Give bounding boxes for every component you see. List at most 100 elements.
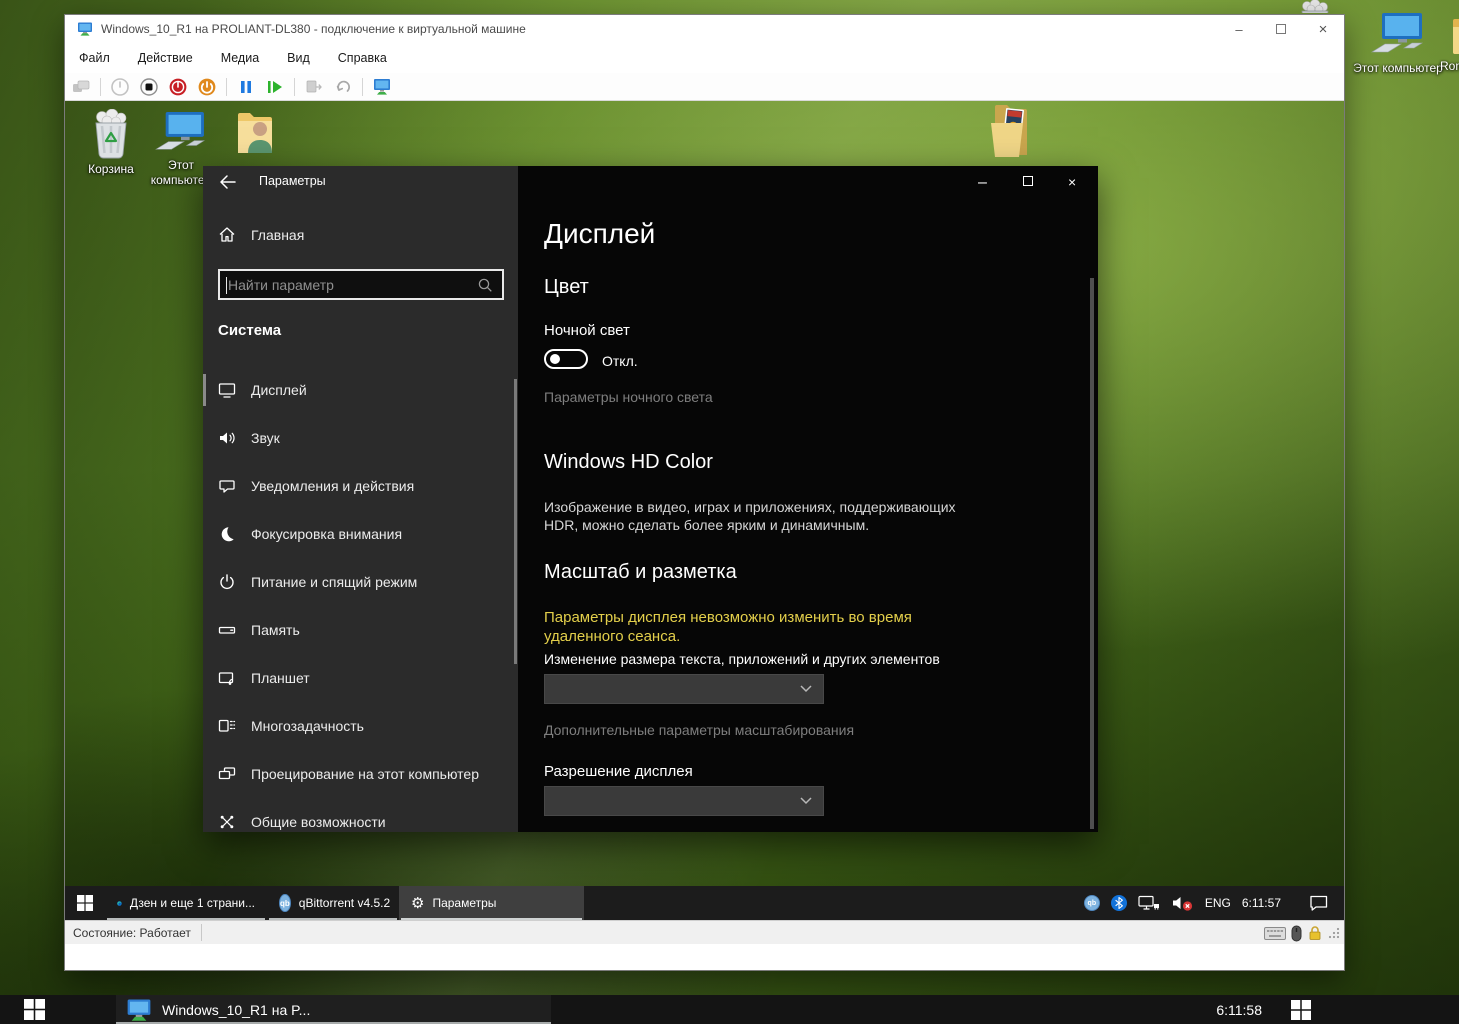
host-start-button-2[interactable] <box>1281 995 1321 1024</box>
vm-recycle-bin-label: Корзина <box>73 162 149 177</box>
sidebar-item-multitasking[interactable]: Многозадачность <box>203 702 518 750</box>
pause-vm-icon[interactable] <box>236 77 256 97</box>
home-label: Главная <box>251 227 304 243</box>
host-this-pc-label: Этот компьютер <box>1352 61 1444 76</box>
turn-off-vm-icon[interactable] <box>139 77 159 97</box>
edge-icon <box>117 894 122 913</box>
computer-icon <box>154 111 208 155</box>
vmconnect-minimize-button[interactable]: – <box>1232 22 1246 37</box>
menu-media[interactable]: Медиа <box>219 48 261 68</box>
night-light-state: Откл. <box>602 353 638 369</box>
revert-icon[interactable] <box>333 77 353 97</box>
sound-icon <box>218 429 236 447</box>
sidebar-item-tablet[interactable]: Планшет <box>203 654 518 702</box>
host-this-pc-icon[interactable]: Этот компьютер <box>1352 12 1444 76</box>
vm-pictures-folder-icon[interactable] <box>973 101 1049 163</box>
resolution-label: Разрешение дисплея <box>544 763 693 780</box>
vmconnect-close-button[interactable]: × <box>1316 21 1330 38</box>
resize-grip[interactable] <box>1328 927 1340 939</box>
nav-label: Общие возможности <box>251 814 386 830</box>
nav-label: Дисплей <box>251 382 307 398</box>
tablet-icon <box>218 669 236 687</box>
taskbar-qbittorrent-task[interactable]: qb qBittorrent v4.5.2 <box>267 886 399 920</box>
taskbar-edge-task[interactable]: Дзен и еще 1 страни... <box>105 886 267 920</box>
tray-language[interactable]: ENG <box>1205 896 1231 910</box>
settings-maximize-button[interactable] <box>1023 176 1033 186</box>
sidebar-item-shared-experiences[interactable]: Общие возможности <box>203 798 518 832</box>
save-vm-icon[interactable] <box>197 77 217 97</box>
recycle-bin-icon <box>90 109 132 159</box>
sidebar-item-display[interactable]: Дисплей <box>203 366 518 414</box>
vm-monitor-icon <box>77 21 93 37</box>
advanced-scaling-link[interactable]: Дополнительные параметры масштабирования <box>544 722 854 738</box>
menu-help[interactable]: Справка <box>336 48 389 68</box>
menu-view[interactable]: Вид <box>285 48 312 68</box>
recycle-bin-icon <box>1297 0 1333 13</box>
nav-label: Память <box>251 622 300 638</box>
host-task-vm-window[interactable]: Windows_10_R1 на P... <box>116 995 551 1024</box>
resume-vm-icon[interactable] <box>265 77 285 97</box>
sidebar-item-home[interactable]: Главная <box>218 226 304 243</box>
ctrl-alt-del-icon[interactable] <box>71 77 91 97</box>
sidebar-item-storage[interactable]: Память <box>203 606 518 654</box>
sidebar-item-focus-assist[interactable]: Фокусировка внимания <box>203 510 518 558</box>
back-icon[interactable] <box>219 174 236 190</box>
sidebar-item-projecting[interactable]: Проецирование на этот компьютер <box>203 750 518 798</box>
content-scrollbar[interactable] <box>1090 278 1094 829</box>
vmconnect-titlebar[interactable]: Windows_10_R1 на PROLIANT-DL380 - подклю… <box>65 15 1344 43</box>
nav-label: Проецирование на этот компьютер <box>251 766 479 782</box>
start-vm-icon[interactable] <box>110 77 130 97</box>
host-recycle-bin-icon[interactable] <box>1297 0 1337 13</box>
host-folder-icon[interactable]: Rom <box>1440 14 1459 74</box>
sidebar-item-sound[interactable]: Звук <box>203 414 518 462</box>
settings-window: Параметры Главная <box>203 166 1098 832</box>
vm-connection-window: Windows_10_R1 на PROLIANT-DL380 - подклю… <box>64 14 1345 971</box>
hdr-description: Изображение в видео, играх и приложениях… <box>544 498 976 535</box>
projecting-icon <box>218 765 236 783</box>
shutdown-vm-icon[interactable] <box>168 77 188 97</box>
checkpoint-icon[interactable] <box>304 77 324 97</box>
sidebar-scrollbar[interactable] <box>514 379 517 664</box>
vm-user-folder-icon[interactable] <box>217 109 293 157</box>
settings-search-box[interactable] <box>218 269 504 300</box>
network-icon[interactable] <box>1138 895 1160 911</box>
bluetooth-icon[interactable] <box>1111 895 1127 911</box>
page-title: Дисплей <box>544 218 655 250</box>
vmconnect-toolbar <box>65 73 1344 101</box>
tray-clock[interactable]: 6:11:57 <box>1242 896 1281 910</box>
settings-close-button[interactable]: × <box>1068 174 1076 190</box>
vm-recycle-bin-icon[interactable]: Корзина <box>73 109 149 177</box>
nav-label: Питание и спящий режим <box>251 574 417 590</box>
color-heading: Цвет <box>544 276 589 299</box>
taskbar-settings-task[interactable]: ⚙ Параметры <box>399 886 584 920</box>
menu-action[interactable]: Действие <box>136 48 195 68</box>
tray-qbittorrent-icon[interactable]: qb <box>1084 895 1100 911</box>
host-desktop: Этот компьютер Rom Windows_10_R1 на PROL… <box>0 0 1459 1024</box>
moon-icon <box>218 525 236 543</box>
sidebar-item-power-sleep[interactable]: Питание и спящий режим <box>203 558 518 606</box>
chevron-down-icon <box>800 685 812 693</box>
host-clock[interactable]: 6:11:58 <box>1216 995 1262 1024</box>
night-light-settings-link[interactable]: Параметры ночного света <box>544 389 713 405</box>
vmconnect-maximize-button[interactable] <box>1276 24 1286 34</box>
action-center-icon[interactable] <box>1309 895 1328 911</box>
scale-heading: Масштаб и разметка <box>544 561 737 584</box>
nav-label: Фокусировка внимания <box>251 526 402 542</box>
enhanced-session-icon[interactable] <box>372 77 392 97</box>
sidebar-item-notifications[interactable]: Уведомления и действия <box>203 462 518 510</box>
host-start-button[interactable] <box>0 995 68 1024</box>
scale-dropdown-label: Изменение размера текста, приложений и д… <box>544 651 940 667</box>
host-folder-label: Rom <box>1440 59 1459 74</box>
night-light-toggle[interactable] <box>544 349 588 369</box>
settings-minimize-button[interactable]: – <box>978 174 987 192</box>
volume-muted-icon[interactable] <box>1171 895 1194 911</box>
menu-file[interactable]: Файл <box>77 48 112 68</box>
vm-start-button[interactable] <box>65 886 105 920</box>
settings-content: – × Дисплей Цвет Ночной свет Откл. Парам… <box>518 166 1098 832</box>
scale-dropdown[interactable] <box>544 674 824 704</box>
search-input[interactable] <box>220 277 477 293</box>
section-header-system: Система <box>218 322 281 339</box>
windows-logo-icon <box>77 895 93 911</box>
resolution-dropdown[interactable] <box>544 786 824 816</box>
search-icon[interactable] <box>477 277 493 293</box>
